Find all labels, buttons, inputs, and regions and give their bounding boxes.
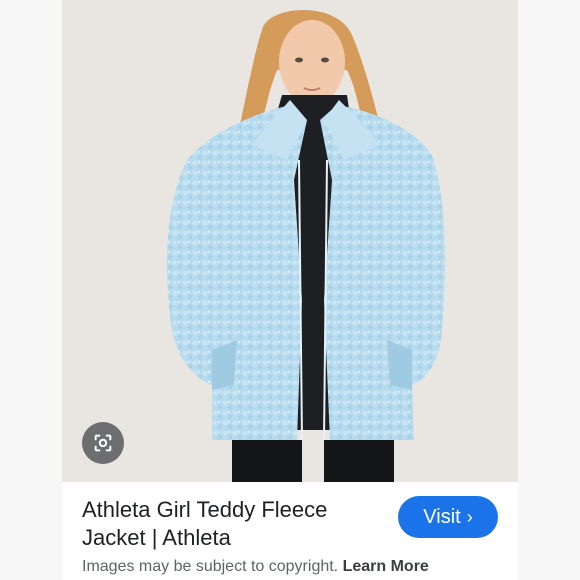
left-margin — [0, 0, 62, 580]
visit-button-label: Visit — [423, 505, 461, 528]
learn-more-link[interactable]: Learn More — [343, 558, 429, 575]
result-info-panel: Athleta Girl Teddy Fleece Jacket | Athle… — [62, 482, 518, 580]
copyright-text: Images may be subject to copyright. — [82, 558, 339, 575]
chevron-right-icon: › — [466, 507, 473, 527]
viewer-frame: Athleta Girl Teddy Fleece Jacket | Athle… — [0, 0, 580, 580]
product-image[interactable] — [62, 0, 518, 482]
google-lens-icon — [94, 434, 112, 452]
visit-button[interactable]: Visit › — [398, 496, 498, 538]
product-title[interactable]: Athleta Girl Teddy Fleece Jacket | Athle… — [82, 496, 382, 552]
google-lens-button[interactable] — [82, 422, 124, 464]
product-title-line1: Athleta Girl Teddy Fleece — [82, 497, 328, 522]
right-margin — [518, 0, 580, 580]
product-title-line2: Jacket | Athleta — [82, 525, 231, 550]
copyright-notice: Images may be subject to copyright. Lear… — [82, 558, 429, 576]
